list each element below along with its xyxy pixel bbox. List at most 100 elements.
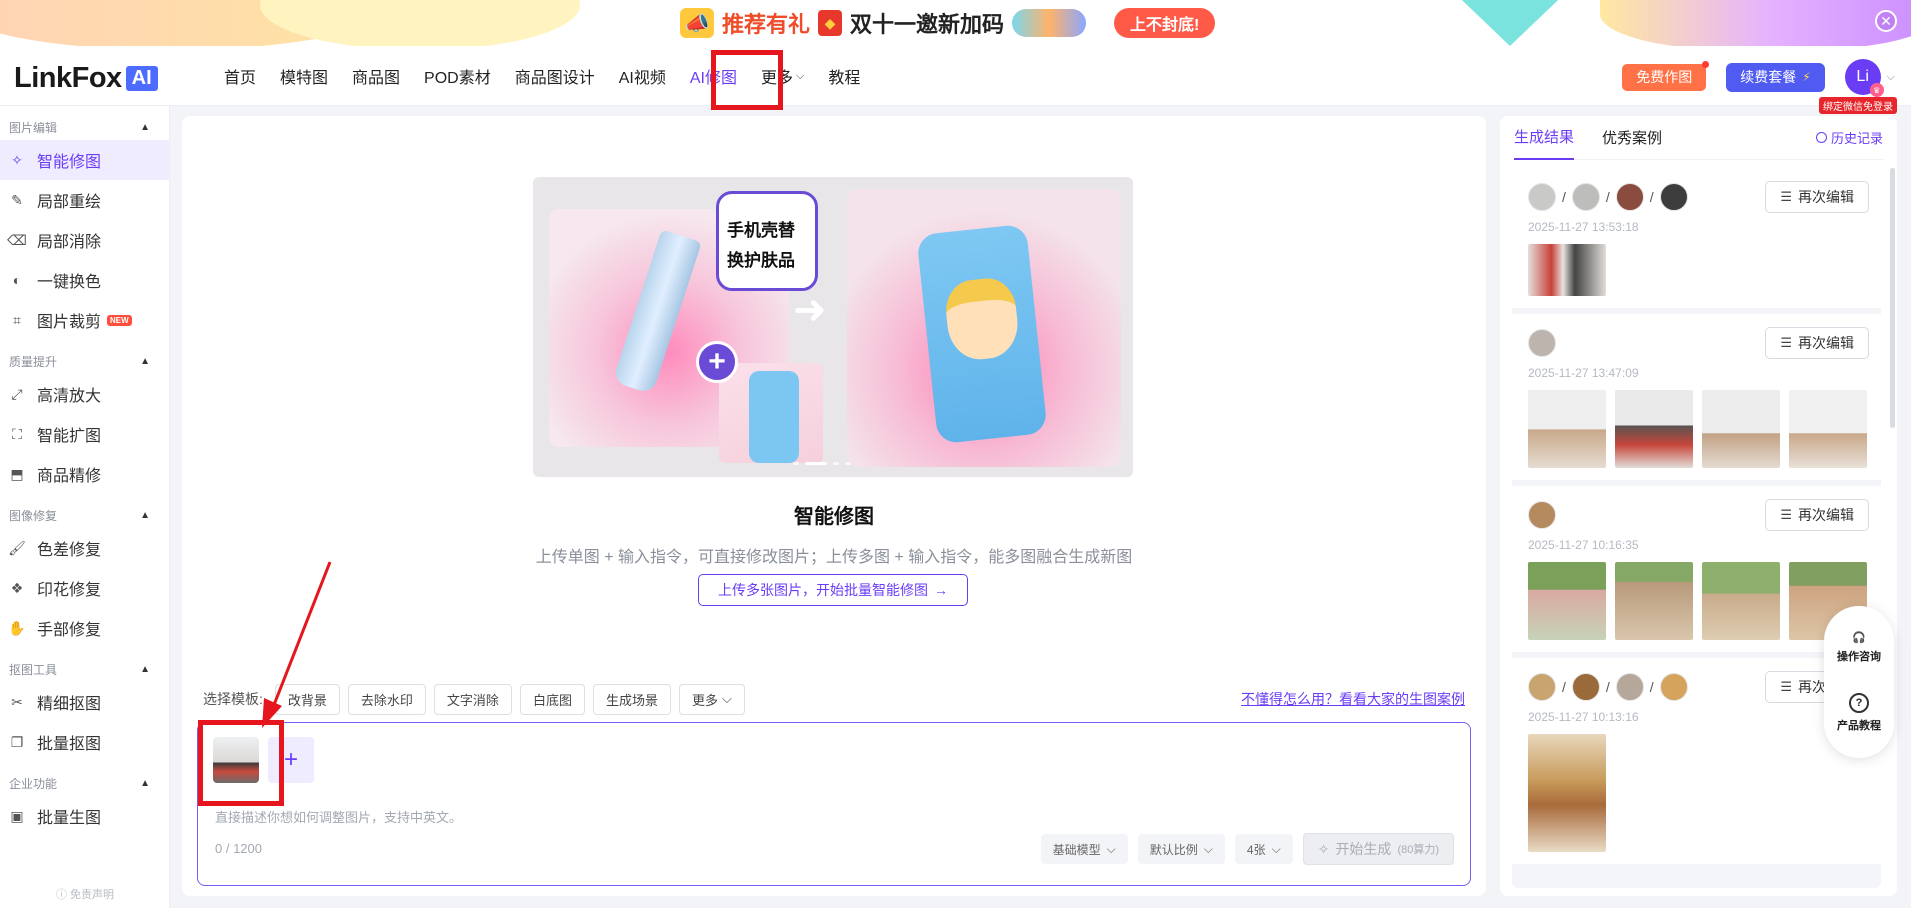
sidebar-item-smart-retouch[interactable]: ✧ 智能修图 bbox=[0, 140, 169, 180]
result-image[interactable] bbox=[1615, 562, 1693, 640]
sidebar-item-product-refine[interactable]: ⬒ 商品精修 bbox=[0, 454, 169, 494]
sidebar-item-label: 一键换色 bbox=[37, 274, 102, 291]
result-image[interactable] bbox=[1528, 562, 1606, 640]
template-generate-scene[interactable]: 生成场景 bbox=[592, 683, 671, 715]
avatar-initials: Li bbox=[1856, 68, 1869, 85]
prompt-input[interactable]: 直接描述你想如何调整图片，支持中英文。 bbox=[215, 807, 462, 826]
results-list[interactable]: / / / ☰ 再次编辑 2025-11-27 13:53:18 ☰ 再次编辑 20… bbox=[1512, 168, 1881, 888]
carousel-dot[interactable] bbox=[833, 462, 839, 465]
tab-results[interactable]: 生成结果 bbox=[1514, 116, 1575, 160]
examples-help-link[interactable]: 不懂得怎么用？看看大家的生图案例 bbox=[1241, 689, 1465, 709]
sidebar-section-image-edit[interactable]: 图片编辑 ▲ bbox=[0, 114, 169, 140]
batch-retouch-label: 上传多张图片，开始批量智能修图 bbox=[718, 582, 928, 598]
record-header: ☰ 再次编辑 bbox=[1528, 326, 1869, 360]
chevron-up-icon: ▲ bbox=[140, 663, 150, 675]
ratio-select[interactable]: 默认比例 ⌵ bbox=[1137, 834, 1225, 864]
sidebar-item-batch-generate[interactable]: ▣ 批量生图 bbox=[0, 796, 169, 836]
source-thumb[interactable] bbox=[1615, 673, 1644, 701]
sidebar-item-expand[interactable]: ⛶ 智能扩图 bbox=[0, 414, 169, 454]
reedit-button[interactable]: ☰ 再次编辑 bbox=[1765, 327, 1869, 359]
template-remove-watermark[interactable]: 去除水印 bbox=[347, 683, 426, 715]
prompt-editor[interactable]: + 直接描述你想如何调整图片，支持中英文。 0 / 1200 基础模型 ⌵ 默认比… bbox=[197, 722, 1471, 886]
sidebar-item-batch-cutout[interactable]: ❐ 批量抠图 bbox=[0, 722, 169, 762]
renew-package-button[interactable]: 续费套餐 ⚡ bbox=[1726, 62, 1825, 92]
template-white-background[interactable]: 白底图 bbox=[519, 683, 585, 715]
nav-model-image[interactable]: 模特图 bbox=[268, 46, 340, 106]
sidebar-section-cutout[interactable]: 抠图工具 ▲ bbox=[0, 656, 169, 682]
source-thumb[interactable] bbox=[1571, 673, 1600, 701]
generate-button[interactable]: ✧ 开始生成 (80算力) bbox=[1302, 833, 1454, 865]
sidebar-item-recolor[interactable]: ◐ 一键换色 bbox=[0, 260, 169, 300]
promo-banner[interactable]: 📣 推荐有礼 ◆ 双十一邀新加码 上不封底! ✕ bbox=[0, 0, 1911, 46]
carousel-dot[interactable] bbox=[845, 462, 851, 465]
sidebar-item-hand-fix[interactable]: ✋ 手部修复 bbox=[0, 608, 169, 648]
nav-ai-video[interactable]: AI视频 bbox=[607, 46, 678, 106]
user-menu[interactable]: Li ♛ ⌵ 绑定微信免登录 bbox=[1819, 59, 1897, 114]
batch-retouch-button[interactable]: 上传多张图片，开始批量智能修图 → bbox=[698, 574, 968, 606]
model-select[interactable]: 基础模型 ⌵ bbox=[1040, 834, 1128, 864]
consult-button[interactable]: 🎧 操作咨询 bbox=[1837, 631, 1881, 664]
logo[interactable]: LinkFox AI bbox=[14, 62, 158, 95]
source-thumb[interactable] bbox=[1659, 183, 1688, 211]
feature-description: 上传单图 + 输入指令，可直接修改图片；上传多图 + 输入指令，能多图融合生成新… bbox=[535, 549, 1133, 566]
sidebar-item-upscale[interactable]: ⤢ 高清放大 bbox=[0, 374, 169, 414]
source-thumb[interactable] bbox=[1528, 329, 1556, 357]
bind-wechat-tag[interactable]: 绑定微信免登录 bbox=[1819, 97, 1897, 114]
sidebar-item-crop[interactable]: ⌗ 图片裁剪 NEW bbox=[0, 300, 169, 340]
record-sources bbox=[1528, 501, 1556, 529]
sidebar-item-color-fix[interactable]: 🖌 色差修复 bbox=[0, 528, 169, 568]
sidebar-section-quality[interactable]: 质量提升 ▲ bbox=[0, 348, 169, 374]
result-image[interactable] bbox=[1789, 390, 1867, 468]
cutout-icon: ✂ bbox=[11, 693, 23, 710]
tab-showcase[interactable]: 优秀案例 bbox=[1602, 116, 1662, 160]
nav-product-image[interactable]: 商品图 bbox=[340, 46, 412, 106]
banner-decoration bbox=[1600, 0, 1911, 46]
avatar[interactable]: Li ♛ bbox=[1844, 59, 1884, 97]
result-image[interactable] bbox=[1615, 390, 1693, 468]
reedit-button[interactable]: ☰ 再次编辑 bbox=[1765, 181, 1869, 213]
nav-home[interactable]: 首页 bbox=[212, 46, 268, 106]
sidebar-section-repair[interactable]: 图像修复 ▲ bbox=[0, 502, 169, 528]
free-draw-button[interactable]: 免费作图 bbox=[1622, 60, 1710, 91]
source-thumb[interactable] bbox=[1571, 183, 1600, 211]
sidebar-section-enterprise[interactable]: 企业功能 ▲ bbox=[0, 770, 169, 796]
source-thumb[interactable] bbox=[1528, 183, 1556, 211]
sidebar-item-print-fix[interactable]: ❖ 印花修复 bbox=[0, 568, 169, 608]
template-remove-text[interactable]: 文字消除 bbox=[433, 683, 512, 715]
carousel-dot-active[interactable] bbox=[805, 462, 827, 465]
result-image[interactable] bbox=[1702, 390, 1780, 468]
carousel-dots[interactable] bbox=[793, 462, 851, 465]
sidebar-item-inpaint[interactable]: ✎ 局部重绘 bbox=[0, 180, 169, 220]
section-label: 抠图工具 bbox=[9, 662, 58, 677]
source-thumb[interactable] bbox=[1528, 673, 1556, 701]
source-thumb[interactable] bbox=[1615, 183, 1644, 211]
history-link[interactable]: 历史记录 bbox=[1815, 128, 1883, 147]
notification-dot bbox=[1702, 60, 1710, 68]
banner-cta-button[interactable]: 上不封底! bbox=[1114, 8, 1216, 38]
feature-demo-carousel[interactable]: + 手机壳替换护肤品 ➜ bbox=[533, 177, 1133, 477]
nav-pod-material[interactable]: POD素材 bbox=[412, 46, 503, 106]
generate-cost: (80算力) bbox=[1397, 844, 1439, 856]
result-image[interactable] bbox=[1528, 244, 1606, 296]
source-thumb[interactable] bbox=[1528, 501, 1556, 529]
disclaimer-link[interactable]: ⓘ 免责声明 bbox=[0, 886, 170, 902]
sidebar-item-label: 商品精修 bbox=[37, 468, 102, 485]
banner-close-icon[interactable]: ✕ bbox=[1875, 10, 1897, 32]
sidebar-item-fine-cutout[interactable]: ✂ 精细抠图 bbox=[0, 682, 169, 722]
magic-wand-icon: ✧ bbox=[11, 151, 23, 168]
sidebar-item-erase[interactable]: ⌫ 局部消除 bbox=[0, 220, 169, 260]
demo-phone-case bbox=[749, 371, 799, 463]
chevron-down-icon: ⌵ bbox=[1203, 841, 1213, 856]
result-image[interactable] bbox=[1528, 390, 1606, 468]
result-image[interactable] bbox=[1528, 734, 1606, 852]
nav-tutorial[interactable]: 教程 bbox=[816, 46, 872, 106]
reedit-button[interactable]: ☰ 再次编辑 bbox=[1765, 499, 1869, 531]
carousel-dot[interactable] bbox=[793, 462, 799, 465]
tutorial-button[interactable]: ? 产品教程 bbox=[1837, 693, 1881, 733]
nav-product-design[interactable]: 商品图设计 bbox=[503, 46, 607, 106]
source-thumb[interactable] bbox=[1659, 673, 1688, 701]
result-image[interactable] bbox=[1702, 562, 1780, 640]
count-select[interactable]: 4张 ⌵ bbox=[1234, 834, 1293, 864]
results-scrollbar[interactable] bbox=[1890, 168, 1895, 428]
template-more[interactable]: 更多 ⌵ bbox=[678, 683, 745, 715]
